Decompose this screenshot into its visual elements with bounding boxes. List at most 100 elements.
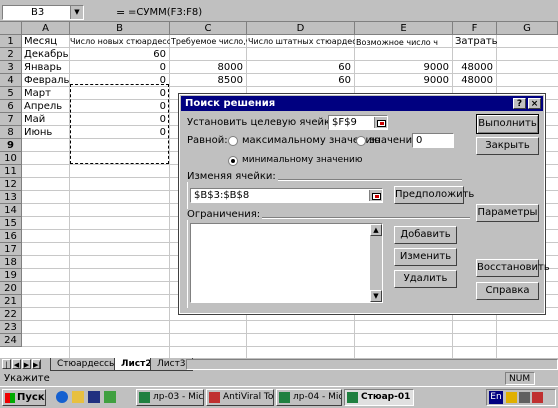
last-sheet-icon[interactable]: ▶| xyxy=(32,359,41,369)
disk-icon[interactable] xyxy=(88,391,100,403)
ie-icon[interactable] xyxy=(56,391,68,403)
cost-cell[interactable]: 48000 xyxy=(453,74,493,87)
task-button-lr03[interactable]: лр-03 - Micr... xyxy=(136,389,204,406)
possible-hours-cell[interactable] xyxy=(355,48,449,61)
month-cell[interactable]: Июнь xyxy=(24,126,70,139)
name-box[interactable]: B3 ▼ xyxy=(2,5,84,20)
row-header[interactable]: 20 xyxy=(0,282,22,295)
constraints-list[interactable]: ▲ ▼ xyxy=(190,223,383,303)
possible-hours-cell[interactable]: 9000 xyxy=(355,74,449,87)
month-cell[interactable]: Февраль xyxy=(24,74,70,87)
task-button-lr04[interactable]: лр-04 - Micr... xyxy=(276,389,342,406)
column-header[interactable]: C xyxy=(170,22,247,35)
add-button[interactable]: Добавить xyxy=(394,226,457,244)
row-header[interactable]: 12 xyxy=(0,178,22,191)
select-all-corner[interactable] xyxy=(0,22,22,35)
cell-d1[interactable]: Число штатных стюардесс xyxy=(248,35,355,48)
row-header[interactable]: 14 xyxy=(0,204,22,217)
language-indicator[interactable]: En xyxy=(489,391,503,404)
row-header[interactable]: 4 xyxy=(0,74,22,87)
row-header[interactable]: 22 xyxy=(0,308,22,321)
target-cell-input[interactable]: $F$9 xyxy=(328,115,388,130)
row-header[interactable]: 9 xyxy=(0,139,22,152)
execute-button[interactable]: Выполнить xyxy=(476,114,539,134)
column-header[interactable]: F xyxy=(453,22,497,35)
task-button-antiviral[interactable]: AntiViral To... xyxy=(206,389,274,406)
folder-icon[interactable] xyxy=(72,391,84,403)
staff-count-cell[interactable] xyxy=(247,48,351,61)
delete-button[interactable]: Удалить xyxy=(394,270,457,288)
column-header[interactable]: A xyxy=(22,22,70,35)
shortcut-icon[interactable] xyxy=(104,391,116,403)
new-stewardess-cell[interactable]: 60 xyxy=(70,48,166,61)
row-header[interactable]: 11 xyxy=(0,165,22,178)
column-header[interactable]: E xyxy=(355,22,453,35)
chevron-down-icon[interactable]: ▼ xyxy=(70,6,83,19)
month-cell[interactable]: Май xyxy=(24,113,70,126)
row-header[interactable]: 13 xyxy=(0,191,22,204)
possible-hours-cell[interactable]: 9000 xyxy=(355,61,449,74)
reset-button[interactable]: Восстановить xyxy=(476,259,550,277)
new-stewardess-cell[interactable]: 0 xyxy=(70,61,166,74)
row-header[interactable]: 5 xyxy=(0,87,22,100)
constraints-scrollbar[interactable]: ▲ ▼ xyxy=(370,224,382,302)
first-sheet-icon[interactable]: |◀ xyxy=(2,359,11,379)
speaker-icon[interactable] xyxy=(519,392,530,403)
antivirus-tray-icon[interactable] xyxy=(532,392,543,403)
row-header[interactable]: 19 xyxy=(0,269,22,282)
formula-input[interactable]: =СУММ(F3:F8) xyxy=(128,7,202,18)
help-title-button[interactable]: ? xyxy=(513,98,526,109)
staff-count-cell[interactable]: 60 xyxy=(247,74,351,87)
row-header[interactable]: 1 xyxy=(0,35,22,48)
min-radio[interactable] xyxy=(228,156,238,166)
collapse-dialog-icon[interactable] xyxy=(374,117,387,128)
next-sheet-icon[interactable]: ▶ xyxy=(22,359,31,369)
month-cell[interactable]: Март xyxy=(24,87,70,100)
row-header[interactable]: 24 xyxy=(0,334,22,347)
cost-cell[interactable]: 48000 xyxy=(453,61,493,74)
row-header[interactable]: 18 xyxy=(0,256,22,269)
row-header[interactable]: 16 xyxy=(0,230,22,243)
row-header[interactable]: 8 xyxy=(0,126,22,139)
options-button[interactable]: Параметры xyxy=(476,204,539,222)
cell-c1[interactable]: Требуемое число,ч xyxy=(171,35,247,48)
row-header[interactable]: 6 xyxy=(0,100,22,113)
cell-a1[interactable]: Месяц xyxy=(24,35,70,48)
close-button[interactable]: Закрыть xyxy=(476,137,539,155)
tray-app-icon[interactable] xyxy=(506,392,517,403)
column-header[interactable]: B xyxy=(70,22,170,35)
scroll-up-icon[interactable]: ▲ xyxy=(370,224,382,236)
required-hours-cell[interactable] xyxy=(170,48,243,61)
month-cell[interactable]: Январь xyxy=(24,61,70,74)
row-header[interactable]: 15 xyxy=(0,217,22,230)
month-cell[interactable]: Декабрь xyxy=(24,48,70,61)
collapse-dialog-icon[interactable] xyxy=(369,190,382,201)
value-radio[interactable] xyxy=(356,136,366,146)
staff-count-cell[interactable]: 60 xyxy=(247,61,351,74)
start-button[interactable]: Пуск xyxy=(2,389,46,406)
column-header[interactable]: G xyxy=(497,22,558,35)
max-radio[interactable] xyxy=(228,136,238,146)
scroll-down-icon[interactable]: ▼ xyxy=(370,290,382,302)
column-header[interactable]: D xyxy=(247,22,355,35)
row-header[interactable]: 2 xyxy=(0,48,22,61)
guess-button[interactable]: Предположить xyxy=(394,186,474,204)
row-header[interactable]: 17 xyxy=(0,243,22,256)
row-header[interactable]: 3 xyxy=(0,61,22,74)
required-hours-cell[interactable]: 8000 xyxy=(170,61,243,74)
dialog-title-bar[interactable]: Поиск решения ? × xyxy=(181,96,543,111)
row-header[interactable]: 21 xyxy=(0,295,22,308)
changing-cells-input[interactable]: $B$3:$B$8 xyxy=(190,188,383,203)
horizontal-scrollbar[interactable] xyxy=(186,359,558,370)
close-title-button[interactable]: × xyxy=(528,98,541,109)
cell-b1[interactable]: Число новых стюардесс xyxy=(70,35,170,48)
required-hours-cell[interactable]: 8500 xyxy=(170,74,243,87)
value-input[interactable]: 0 xyxy=(412,133,454,148)
prev-sheet-icon[interactable]: ◀ xyxy=(12,359,21,369)
cell-f1[interactable]: Затраты xyxy=(455,35,497,48)
help-button[interactable]: Справка xyxy=(476,282,539,300)
row-header[interactable]: 10 xyxy=(0,152,22,165)
change-button[interactable]: Изменить xyxy=(394,248,457,266)
cost-cell[interactable] xyxy=(453,48,493,61)
row-header[interactable]: 7 xyxy=(0,113,22,126)
